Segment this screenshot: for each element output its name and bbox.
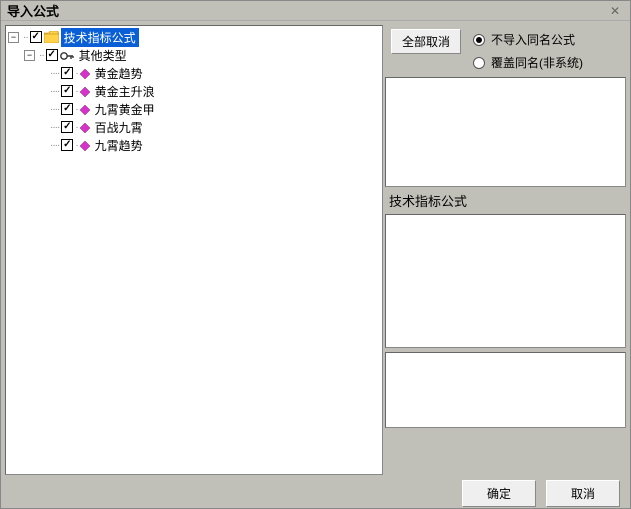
tree-connector: ···· [50,140,59,151]
checkbox[interactable] [61,85,73,97]
checkbox[interactable] [61,103,73,115]
close-icon: ✕ [610,4,620,18]
tree-connector: · [75,86,77,97]
tree-root-row[interactable]: − ·· 技术指标公式 [8,28,380,46]
section-label: 技术指标公式 [385,189,626,212]
tree-connector: · [75,122,77,133]
diamond-icon [80,140,90,150]
tree-root-label[interactable]: 技术指标公式 [61,28,139,47]
tree-leaf-label[interactable]: 黄金趋势 [92,64,146,83]
dialog-footer: 确定 取消 [1,479,630,508]
radio-icon [473,34,485,46]
close-button[interactable]: ✕ [604,2,626,20]
tree-connector: ·· [23,32,28,43]
tree-connector: ···· [50,86,59,97]
radio-icon [473,57,485,69]
diamond-icon [80,86,90,96]
import-mode-group: 不导入同名公式 覆盖同名(非系统) [473,29,583,71]
expand-toggle[interactable]: − [24,50,35,61]
tree-leaf-row[interactable]: ·····九霄黄金甲 [50,100,380,118]
tree-leaf-label[interactable]: 百战九霄 [92,118,146,137]
tree-leaf-row[interactable]: ·····百战九霄 [50,118,380,136]
tree-connector: · [75,140,77,151]
checkbox[interactable] [61,139,73,151]
tree-leaf-label[interactable]: 九霄黄金甲 [92,100,158,119]
tree-category-label[interactable]: 其他类型 [76,46,130,65]
tree-leaf-row[interactable]: ·····九霄趋势 [50,136,380,154]
tree-connector: · [75,104,77,115]
tree-connector: ···· [50,104,59,115]
diamond-icon [80,68,90,78]
tree-category-row[interactable]: − ·· 其他类型 [24,46,380,64]
formula-tree: − ·· 技术指标公式 − ·· [8,28,380,154]
cancel-button[interactable]: 取消 [546,480,620,507]
titlebar: 导入公式 ✕ [1,1,630,21]
tree-connector: ···· [50,68,59,79]
radio-label: 覆盖同名(非系统) [491,54,583,71]
checkbox[interactable] [61,67,73,79]
diamond-icon [80,122,90,132]
folder-icon [44,31,59,43]
tree-connector: ···· [50,122,59,133]
tree-panel: − ·· 技术指标公式 − ·· [5,25,383,475]
checkbox[interactable] [46,49,58,61]
tree-leaf-label[interactable]: 九霄趋势 [92,136,146,155]
tree-leaf-label[interactable]: 黄金主升浪 [92,82,158,101]
window-title: 导入公式 [7,1,604,20]
right-top-controls: 全部取消 不导入同名公式 覆盖同名(非系统) [385,25,626,75]
deselect-all-button[interactable]: 全部取消 [391,29,461,54]
checkbox[interactable] [30,31,42,43]
radio-skip-duplicates[interactable]: 不导入同名公式 [473,31,583,48]
tree-connector: ·· [39,50,44,61]
key-icon [60,50,74,60]
checkbox[interactable] [61,121,73,133]
info-box-2 [385,214,626,348]
info-box-3 [385,352,626,428]
ok-button[interactable]: 确定 [462,480,536,507]
dialog-window: 导入公式 ✕ − ·· 技术指标公式 [0,0,631,509]
tree-leaf-row[interactable]: ·····黄金主升浪 [50,82,380,100]
expand-toggle[interactable]: − [8,32,19,43]
radio-label: 不导入同名公式 [491,31,575,48]
info-box-1 [385,77,626,187]
right-panel: 全部取消 不导入同名公式 覆盖同名(非系统) 技术指标公式 [385,25,626,475]
tree-leaf-row[interactable]: ·····黄金趋势 [50,64,380,82]
diamond-icon [80,104,90,114]
tree-connector: · [75,68,77,79]
content-area: − ·· 技术指标公式 − ·· [1,21,630,479]
radio-overwrite-duplicates[interactable]: 覆盖同名(非系统) [473,54,583,71]
